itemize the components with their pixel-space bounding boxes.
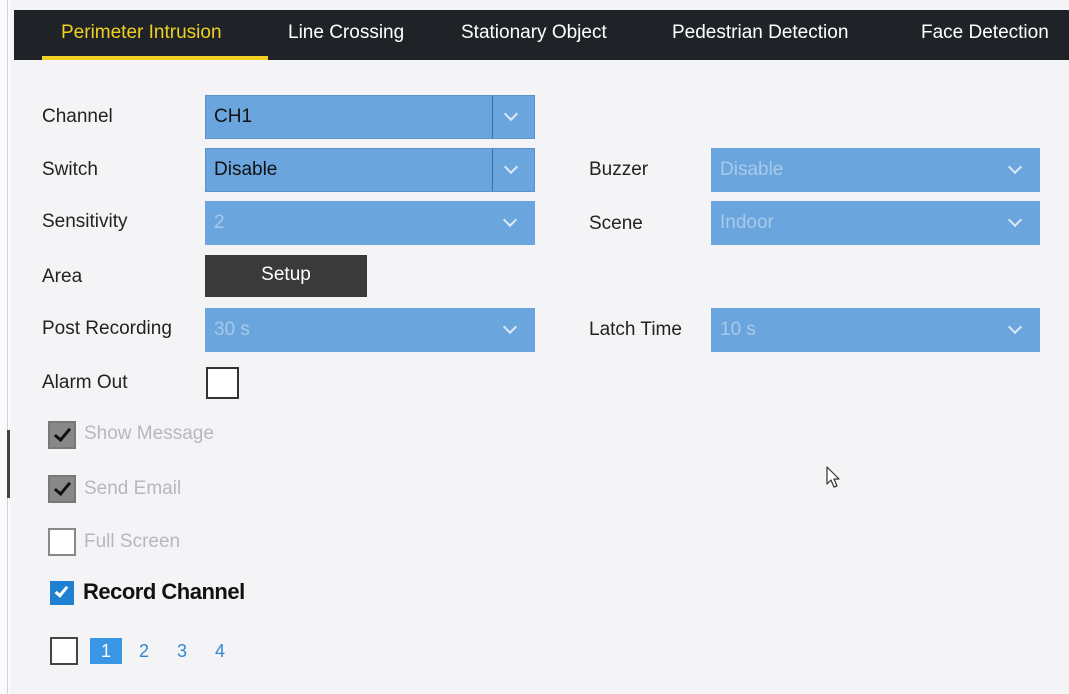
checkmark-icon — [54, 583, 69, 598]
chevron-down-icon — [502, 319, 518, 335]
tab-bar: Perimeter Intrusion Line Crossing Statio… — [14, 10, 1069, 60]
switch-dropdown-button[interactable] — [492, 149, 534, 191]
show-message-label: Show Message — [84, 423, 214, 444]
alarm-out-label: Alarm Out — [42, 372, 128, 393]
channel-dropdown-button[interactable] — [492, 96, 534, 138]
latch-time-dropdown-button[interactable] — [997, 309, 1039, 351]
checkmark-icon — [53, 477, 72, 497]
area-label: Area — [42, 266, 83, 287]
all-channels-checkbox[interactable] — [50, 637, 78, 665]
latch-time-label: Latch Time — [589, 319, 682, 340]
channel-label: Channel — [42, 106, 113, 127]
tab-stationary-object[interactable]: Stationary Object — [461, 10, 607, 60]
scene-select[interactable]: Indoor — [711, 201, 1040, 245]
channel-2-toggle[interactable]: 2 — [134, 638, 154, 664]
channel-3-toggle[interactable]: 3 — [172, 638, 192, 664]
scene-label: Scene — [589, 213, 643, 234]
sensitivity-value: 2 — [214, 212, 225, 233]
channel-1-toggle[interactable]: 1 — [90, 638, 122, 664]
send-email-checkbox[interactable] — [48, 475, 76, 503]
record-channel-label: Record Channel — [83, 579, 245, 604]
mouse-cursor-icon — [826, 466, 840, 488]
scene-dropdown-button[interactable] — [997, 202, 1039, 244]
latch-time-select[interactable]: 10 s — [711, 308, 1040, 352]
chevron-down-icon — [1007, 159, 1023, 175]
scene-value: Indoor — [720, 212, 774, 233]
buzzer-dropdown-button[interactable] — [997, 149, 1039, 191]
alarm-out-checkbox[interactable] — [206, 367, 239, 399]
post-recording-label: Post Recording — [42, 318, 172, 339]
chevron-down-icon — [503, 159, 519, 175]
active-tab-indicator — [42, 56, 268, 60]
full-screen-label: Full Screen — [84, 531, 181, 552]
channel-select[interactable]: CH1 — [205, 95, 535, 139]
switch-label: Switch — [42, 159, 98, 180]
tab-line-crossing[interactable]: Line Crossing — [288, 10, 404, 60]
edge-line — [7, 0, 8, 694]
full-screen-checkbox[interactable] — [48, 528, 76, 556]
tab-pedestrian-detection[interactable]: Pedestrian Detection — [672, 10, 848, 60]
show-message-checkbox[interactable] — [48, 421, 76, 449]
edge-marker — [7, 430, 10, 498]
post-recording-value: 30 s — [214, 319, 250, 340]
send-email-label: Send Email — [84, 478, 182, 499]
checkmark-icon — [53, 423, 72, 443]
switch-select[interactable]: Disable — [205, 148, 535, 192]
post-recording-dropdown-button[interactable] — [492, 309, 534, 351]
channel-value: CH1 — [214, 106, 253, 127]
buzzer-select[interactable]: Disable — [711, 148, 1040, 192]
area-setup-button[interactable]: Setup — [205, 255, 367, 297]
chevron-down-icon — [502, 212, 518, 228]
latch-time-value: 10 s — [720, 319, 756, 340]
sensitivity-select[interactable]: 2 — [205, 201, 535, 245]
tab-face-detection[interactable]: Face Detection — [921, 10, 1049, 60]
sensitivity-label: Sensitivity — [42, 211, 128, 232]
chevron-down-icon — [1007, 319, 1023, 335]
switch-value: Disable — [214, 159, 278, 180]
left-edge — [0, 0, 10, 694]
sensitivity-dropdown-button[interactable] — [492, 202, 534, 244]
buzzer-value: Disable — [720, 159, 784, 180]
tab-perimeter-intrusion[interactable]: Perimeter Intrusion — [61, 10, 222, 60]
record-channel-checkbox[interactable] — [50, 581, 74, 605]
buzzer-label: Buzzer — [589, 159, 649, 180]
post-recording-select[interactable]: 30 s — [205, 308, 535, 352]
chevron-down-icon — [1007, 212, 1023, 228]
chevron-down-icon — [503, 106, 519, 122]
channel-4-toggle[interactable]: 4 — [210, 638, 230, 664]
